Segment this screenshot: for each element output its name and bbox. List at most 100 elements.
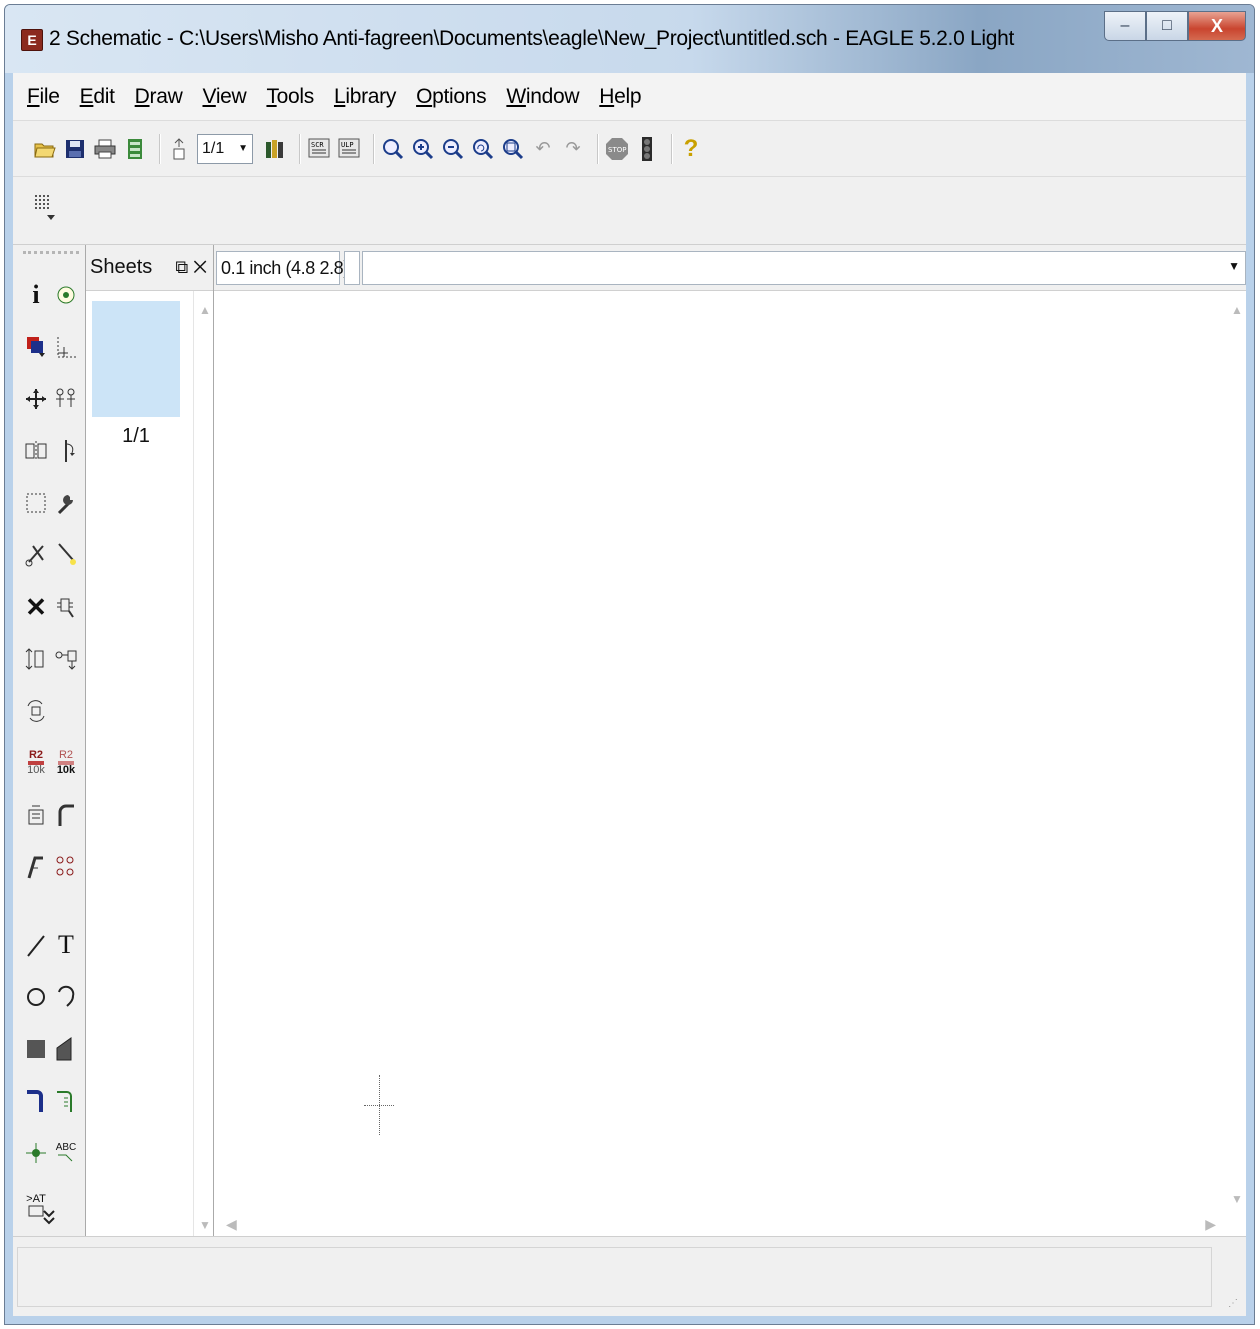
rect-icon[interactable] <box>21 1023 51 1075</box>
name-icon-label: R2 <box>28 749 44 761</box>
minimize-button[interactable]: – <box>1104 11 1146 41</box>
menu-options[interactable]: Options <box>416 85 487 109</box>
invoke-icon[interactable] <box>51 841 81 893</box>
coordinate-readout: 0.1 inch (4.8 2.8) <box>216 251 349 285</box>
eagle-window: E 2 Schematic - C:\Users\Misho Anti-fagr… <box>4 4 1255 1325</box>
crosshair-vertical <box>379 1075 380 1135</box>
scroll-up-icon[interactable]: ▲ <box>1231 303 1243 317</box>
mark-icon[interactable] <box>51 321 81 373</box>
wire-icon[interactable] <box>21 919 51 971</box>
save-icon[interactable] <box>63 136 87 162</box>
drawing-canvas[interactable] <box>214 291 1226 1214</box>
sheets-close-icon[interactable]: ✕ <box>193 257 207 277</box>
status-bar: ⋰ <box>13 1236 1246 1316</box>
redo-icon[interactable]: ↷ <box>561 136 585 162</box>
ulp-icon-label: ULP <box>341 141 354 149</box>
sheet-page-label: 1/1 <box>122 425 150 447</box>
miter-icon[interactable] <box>51 789 81 841</box>
scroll-down-icon[interactable]: ▼ <box>1231 1192 1243 1206</box>
menu-draw[interactable]: Draw <box>135 85 183 109</box>
menu-edit[interactable]: Edit <box>80 85 115 109</box>
maximize-button[interactable]: □ <box>1146 11 1188 41</box>
toolbar-separator <box>671 133 673 164</box>
show-icon[interactable] <box>51 269 81 321</box>
toolbar-separator <box>373 133 375 164</box>
sheet-select[interactable]: 1/1 ▼ <box>197 133 253 164</box>
help-icon[interactable]: ? <box>679 135 703 162</box>
menu-view[interactable]: View <box>202 85 246 109</box>
move-icon[interactable] <box>21 373 51 425</box>
arc-icon[interactable] <box>51 971 81 1023</box>
rotate-icon[interactable] <box>51 425 81 477</box>
resize-grip-icon[interactable]: ⋰ <box>1228 1298 1242 1312</box>
scroll-up-icon[interactable]: ▲ <box>199 303 211 317</box>
undo-icon[interactable]: ↶ <box>531 136 555 162</box>
circle-icon[interactable] <box>21 971 51 1023</box>
paste-icon[interactable] <box>51 529 81 581</box>
client-area: File Edit Draw View Tools Library Option… <box>13 73 1246 1316</box>
script-icon[interactable]: SCR <box>307 136 331 162</box>
junction-icon[interactable] <box>21 1127 51 1179</box>
zoom-redraw-icon[interactable] <box>471 136 495 162</box>
scroll-right-icon[interactable]: ▶ <box>1205 1216 1216 1233</box>
label-icon[interactable]: ABC <box>51 1127 81 1179</box>
toolbar-grip[interactable] <box>23 251 79 254</box>
name-icon[interactable]: R2 10k <box>21 737 51 789</box>
zoom-select-icon[interactable] <box>501 136 525 162</box>
parameter-toolbar <box>13 177 1246 245</box>
mirror-icon[interactable] <box>21 425 51 477</box>
sheet-thumbnail[interactable] <box>92 301 180 417</box>
change-icon[interactable] <box>51 477 81 529</box>
use-library-icon[interactable] <box>263 136 287 162</box>
replace-icon[interactable] <box>21 685 51 737</box>
value-icon[interactable]: R2 10k <box>51 737 81 789</box>
menu-help[interactable]: Help <box>599 85 641 109</box>
grid-icon[interactable] <box>33 193 59 227</box>
horizontal-scrollbar[interactable]: ◀ ▶ <box>214 1214 1226 1236</box>
menu-library[interactable]: Library <box>334 85 396 109</box>
zoom-fit-icon[interactable] <box>381 136 405 162</box>
vertical-scrollbar[interactable]: ▲ ▼ <box>1226 291 1246 1214</box>
bus-icon[interactable] <box>21 1075 51 1127</box>
zoom-in-icon[interactable] <box>411 136 435 162</box>
display-icon[interactable] <box>21 321 51 373</box>
crosshair-cursor-icon <box>364 1075 394 1135</box>
pinswap-icon[interactable] <box>21 633 51 685</box>
sheet-icon[interactable] <box>167 136 191 162</box>
net-icon[interactable] <box>51 1075 81 1127</box>
group-icon[interactable] <box>21 477 51 529</box>
open-icon[interactable] <box>33 136 57 162</box>
scroll-left-icon[interactable]: ◀ <box>226 1216 237 1233</box>
menu-tools[interactable]: Tools <box>266 85 314 109</box>
coordinate-bar: 0.1 inch (4.8 2.8) ▼ <box>214 245 1246 291</box>
split-icon[interactable] <box>21 841 51 893</box>
spacer-slot <box>51 893 81 919</box>
print-icon[interactable] <box>93 136 117 162</box>
cut-icon[interactable] <box>21 529 51 581</box>
scroll-down-icon[interactable]: ▼ <box>199 1218 211 1232</box>
undock-icon[interactable]: ⧉ <box>175 257 188 277</box>
cam-icon[interactable] <box>123 136 147 162</box>
text-icon[interactable]: T <box>51 919 81 971</box>
close-button[interactable]: X <box>1188 11 1246 41</box>
go-icon[interactable] <box>635 136 659 162</box>
menu-window[interactable]: Window <box>506 85 579 109</box>
polygon-icon[interactable] <box>51 1023 81 1075</box>
more-tools-icon[interactable] <box>13 1209 85 1230</box>
sheet-select-value: 1/1 <box>202 139 225 157</box>
info-icon[interactable]: i <box>21 269 51 321</box>
command-line-input[interactable] <box>362 251 1246 285</box>
ulp-icon[interactable]: ULP <box>337 136 361 162</box>
command-history-dropdown-icon[interactable]: ▼ <box>1228 259 1240 273</box>
title-bar[interactable]: E 2 Schematic - C:\Users\Misho Anti-fagr… <box>5 5 1254 73</box>
copy-icon[interactable] <box>51 373 81 425</box>
zoom-out-icon[interactable] <box>441 136 465 162</box>
delete-icon[interactable]: ✕ <box>21 581 51 633</box>
menu-file[interactable]: File <box>27 85 60 109</box>
add-icon[interactable] <box>51 581 81 633</box>
gateswap-icon[interactable] <box>51 633 81 685</box>
main-toolbar: 1/1 ▼ SCR ULP ↶ ↷ STOP ? <box>13 121 1246 177</box>
smash-icon[interactable] <box>21 789 51 841</box>
stop-icon[interactable]: STOP <box>605 136 629 162</box>
sheets-scrollbar[interactable]: ▲ ▼ <box>193 291 213 1236</box>
